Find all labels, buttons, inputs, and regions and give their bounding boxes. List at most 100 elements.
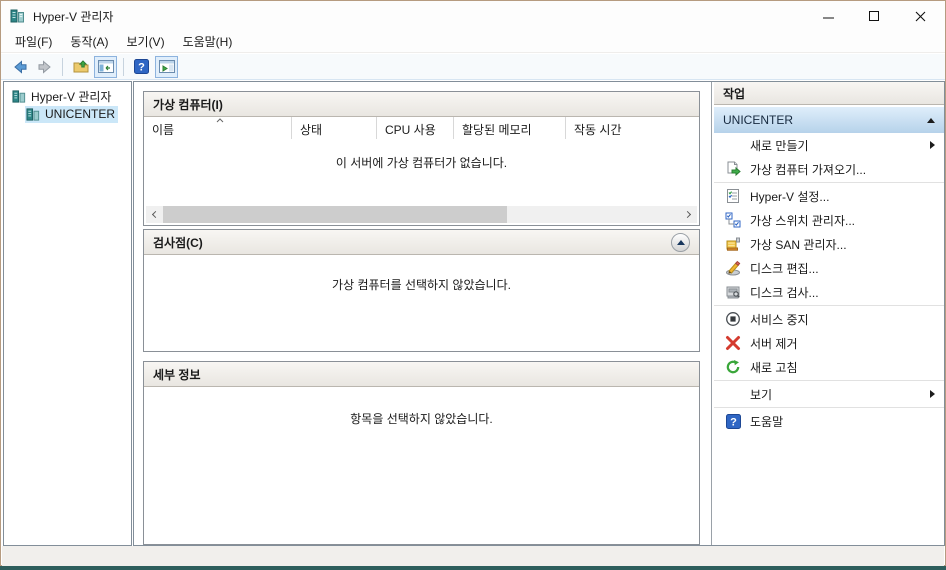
pane-divider[interactable]	[711, 82, 712, 545]
console-tree-pane: Hyper-V 관리자 UNICENTER	[3, 81, 132, 546]
tree-item-label: UNICENTER	[45, 107, 116, 121]
console-tree-icon	[97, 60, 114, 73]
svg-text:?: ?	[138, 62, 145, 74]
collapse-group-icon	[927, 117, 935, 123]
submenu-arrow-icon	[930, 141, 935, 149]
horizontal-scrollbar[interactable]	[146, 206, 697, 223]
show-action-pane-button[interactable]	[155, 55, 178, 78]
server-icon	[26, 107, 41, 122]
up-folder-icon	[73, 59, 88, 72]
close-button[interactable]	[897, 1, 943, 31]
action-item-hyperv-settings[interactable]: Hyper-V 설정...	[714, 184, 944, 208]
sort-ascending-icon	[216, 118, 224, 123]
status-strip	[2, 546, 944, 566]
action-item-inspect-disk[interactable]: 디스크 검사...	[714, 280, 944, 304]
action-item-virtual-switch-manager[interactable]: 가상 스위치 관리자...	[714, 208, 944, 232]
virtual-machines-header: 가상 컴퓨터(I)	[144, 92, 699, 117]
refresh-icon	[724, 359, 742, 375]
blank-icon	[724, 386, 742, 402]
checkpoints-section: 검사점(C) 가상 컴퓨터를 선택하지 않았습니다.	[143, 229, 700, 352]
checkpoints-title: 검사점(C)	[153, 235, 203, 250]
details-empty-message: 항목을 선택하지 않았습니다.	[350, 412, 493, 426]
column-cpu-usage[interactable]: CPU 사용	[377, 117, 454, 139]
back-icon	[13, 59, 26, 74]
forward-icon	[38, 59, 51, 74]
menu-file[interactable]: 파일(F)	[6, 32, 61, 52]
minimize-icon	[822, 17, 834, 19]
action-pane-icon	[158, 60, 175, 73]
hyperv-manager-window: Hyper-V 관리자 파일(F) 동작(A) 보기(V) 도움말(H) ? H…	[0, 0, 946, 566]
toolbar-separator	[62, 57, 63, 76]
vm-column-headers: 이름 상태 CPU 사용 할당된 메모리 작동 시간	[144, 117, 699, 139]
column-uptime[interactable]: 작동 시간	[566, 117, 699, 139]
import-vm-icon	[724, 161, 742, 177]
window-controls	[805, 1, 943, 31]
toolbar-help-icon: ?	[134, 59, 149, 74]
stop-service-icon	[724, 311, 742, 327]
hyperv-manager-icon	[12, 89, 27, 104]
chevron-right-icon	[683, 210, 692, 219]
virtual-switch-icon	[724, 212, 742, 228]
action-item-new[interactable]: 새로 만들기	[714, 133, 944, 157]
menu-view[interactable]: 보기(V)	[117, 32, 173, 52]
vm-empty-message: 이 서버에 가상 컴퓨터가 없습니다.	[335, 156, 508, 170]
tree-item-label: Hyper-V 관리자	[31, 89, 112, 104]
minimize-button[interactable]	[805, 1, 851, 31]
forward-button[interactable]	[33, 56, 56, 78]
collapse-checkpoints-button[interactable]	[671, 232, 690, 252]
action-item-import-vm[interactable]: 가상 컴퓨터 가져오기...	[714, 157, 944, 181]
virtual-machines-title: 가상 컴퓨터(I)	[153, 97, 223, 112]
toolbar-help-button[interactable]: ?	[130, 56, 153, 78]
action-item-remove-server[interactable]: 서버 제거	[714, 331, 944, 355]
actions-separator	[714, 407, 944, 408]
actions-group-unicenter[interactable]: UNICENTER	[714, 107, 944, 133]
menu-help[interactable]: 도움말(H)	[174, 32, 242, 52]
actions-pane: 작업 UNICENTER 새로 만들기 가상 컴퓨터 가져오기... Hyper…	[714, 82, 944, 545]
svg-text:?: ?	[730, 416, 737, 428]
menu-bar: 파일(F) 동작(A) 보기(V) 도움말(H)	[1, 31, 945, 53]
scrollbar-thumb[interactable]	[163, 206, 507, 223]
details-title: 세부 정보	[153, 367, 201, 382]
actions-separator	[714, 305, 944, 306]
details-header: 세부 정보	[144, 362, 699, 387]
action-item-stop-service[interactable]: 서비스 중지	[714, 307, 944, 331]
window-title: Hyper-V 관리자	[33, 9, 114, 24]
checkpoints-empty-message: 가상 컴퓨터를 선택하지 않았습니다.	[332, 278, 511, 292]
action-item-edit-disk[interactable]: 디스크 편집...	[714, 256, 944, 280]
blank-icon	[724, 137, 742, 153]
back-button[interactable]	[8, 56, 31, 78]
toolbar: ?	[1, 54, 945, 80]
menu-action[interactable]: 동작(A)	[61, 32, 117, 52]
scroll-left-button[interactable]	[146, 206, 163, 223]
title-bar: Hyper-V 관리자	[1, 1, 945, 31]
show-console-tree-button[interactable]	[94, 55, 117, 78]
action-item-view[interactable]: 보기	[714, 382, 944, 406]
checkpoints-header: 검사점(C)	[144, 230, 699, 255]
column-name[interactable]: 이름	[144, 117, 292, 139]
help-icon: ?	[724, 413, 742, 429]
action-item-help[interactable]: ? 도움말	[714, 409, 944, 433]
maximize-button[interactable]	[851, 1, 897, 31]
hyperv-app-icon	[10, 8, 26, 24]
tree-item-unicenter[interactable]: UNICENTER	[4, 105, 131, 123]
action-item-virtual-san-manager[interactable]: 가상 SAN 관리자...	[714, 232, 944, 256]
tree-item-hyperv-manager[interactable]: Hyper-V 관리자	[4, 87, 131, 105]
virtual-san-icon	[724, 236, 742, 252]
actions-group-label: UNICENTER	[723, 113, 794, 127]
hyperv-settings-icon	[724, 188, 742, 204]
actions-pane-title: 작업	[714, 82, 944, 105]
toolbar-separator	[123, 57, 124, 76]
maximize-icon	[869, 11, 879, 21]
inspect-disk-icon	[724, 284, 742, 300]
submenu-arrow-icon	[930, 390, 935, 398]
content-pane: 가상 컴퓨터(I) 이름 상태 CPU 사용 할당된 메모리 작동 시간 이 서…	[133, 81, 945, 546]
edit-disk-icon	[724, 260, 742, 276]
close-icon	[915, 11, 925, 21]
column-state[interactable]: 상태	[292, 117, 377, 139]
column-assigned-memory[interactable]: 할당된 메모리	[454, 117, 566, 139]
actions-separator	[714, 182, 944, 183]
scroll-right-button[interactable]	[680, 206, 697, 223]
up-one-level-button[interactable]	[69, 56, 92, 78]
desktop-background	[0, 566, 946, 570]
action-item-refresh[interactable]: 새로 고침	[714, 355, 944, 379]
